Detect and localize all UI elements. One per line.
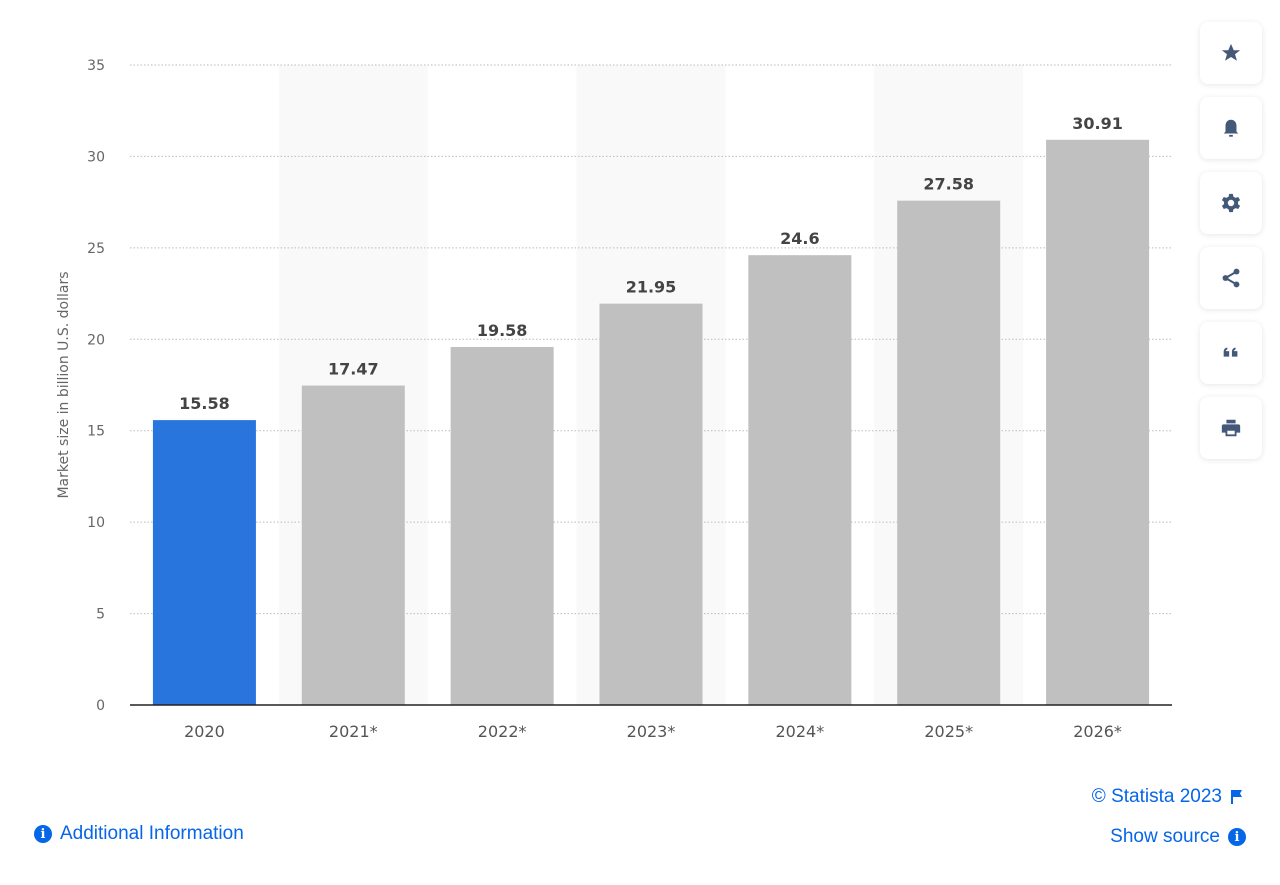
data-label: 17.47 <box>328 360 379 379</box>
y-tick-label: 35 <box>87 58 105 74</box>
x-tick-label: 2021* <box>329 722 378 741</box>
data-label: 30.91 <box>1072 114 1123 133</box>
y-tick-label: 30 <box>87 149 105 165</box>
x-tick-label: 2020 <box>184 722 225 741</box>
data-label: 19.58 <box>477 321 528 340</box>
share-icon <box>1222 268 1240 288</box>
data-label: 24.6 <box>780 229 819 248</box>
show-source-link[interactable]: Show source i <box>1110 826 1246 848</box>
info-icon: i <box>1228 828 1246 846</box>
statista-copyright-link[interactable]: © Statista 2023 <box>1092 786 1244 808</box>
x-tick-label: 2025* <box>924 722 973 741</box>
y-tick-label: 10 <box>87 515 105 531</box>
quote-icon <box>1223 347 1238 357</box>
settings-button[interactable] <box>1200 172 1262 234</box>
x-tick-label: 2022* <box>478 722 527 741</box>
notification-button[interactable] <box>1200 97 1262 159</box>
bar <box>897 200 1001 705</box>
bell-icon <box>1223 119 1239 137</box>
data-label: 15.58 <box>179 394 230 413</box>
y-tick-label: 25 <box>87 241 105 257</box>
bar <box>748 255 852 705</box>
share-button[interactable] <box>1200 247 1262 309</box>
additional-information-link[interactable]: i Additional Information <box>34 823 244 845</box>
data-label: 21.95 <box>626 278 677 297</box>
x-tick-label: 2024* <box>775 722 824 741</box>
y-tick-label: 5 <box>96 607 105 623</box>
y-tick-label: 20 <box>87 332 105 348</box>
bar-chart: 0 5 10 15 20 25 30 35 15.58 2020 17.47 2021* 19.58 20… <box>56 58 1172 741</box>
bar <box>1046 139 1150 705</box>
print-button[interactable] <box>1200 397 1262 459</box>
cite-button[interactable] <box>1200 322 1262 384</box>
favorite-button[interactable] <box>1200 22 1262 84</box>
gear-icon <box>1221 193 1241 213</box>
y-tick-label: 15 <box>87 424 105 440</box>
x-tick-label: 2026* <box>1073 722 1122 741</box>
info-icon: i <box>34 825 52 843</box>
bar <box>152 420 256 705</box>
flag-icon <box>1231 790 1242 804</box>
y-tick-label: 0 <box>96 698 105 714</box>
bar <box>599 303 703 705</box>
bar <box>301 385 405 705</box>
star-icon <box>1221 43 1241 61</box>
x-tick-label: 2023* <box>627 722 676 741</box>
y-axis-label: Market size in billion U.S. dollars <box>56 271 72 498</box>
bar <box>450 346 554 705</box>
print-icon <box>1221 419 1241 437</box>
data-label: 27.58 <box>923 175 974 194</box>
